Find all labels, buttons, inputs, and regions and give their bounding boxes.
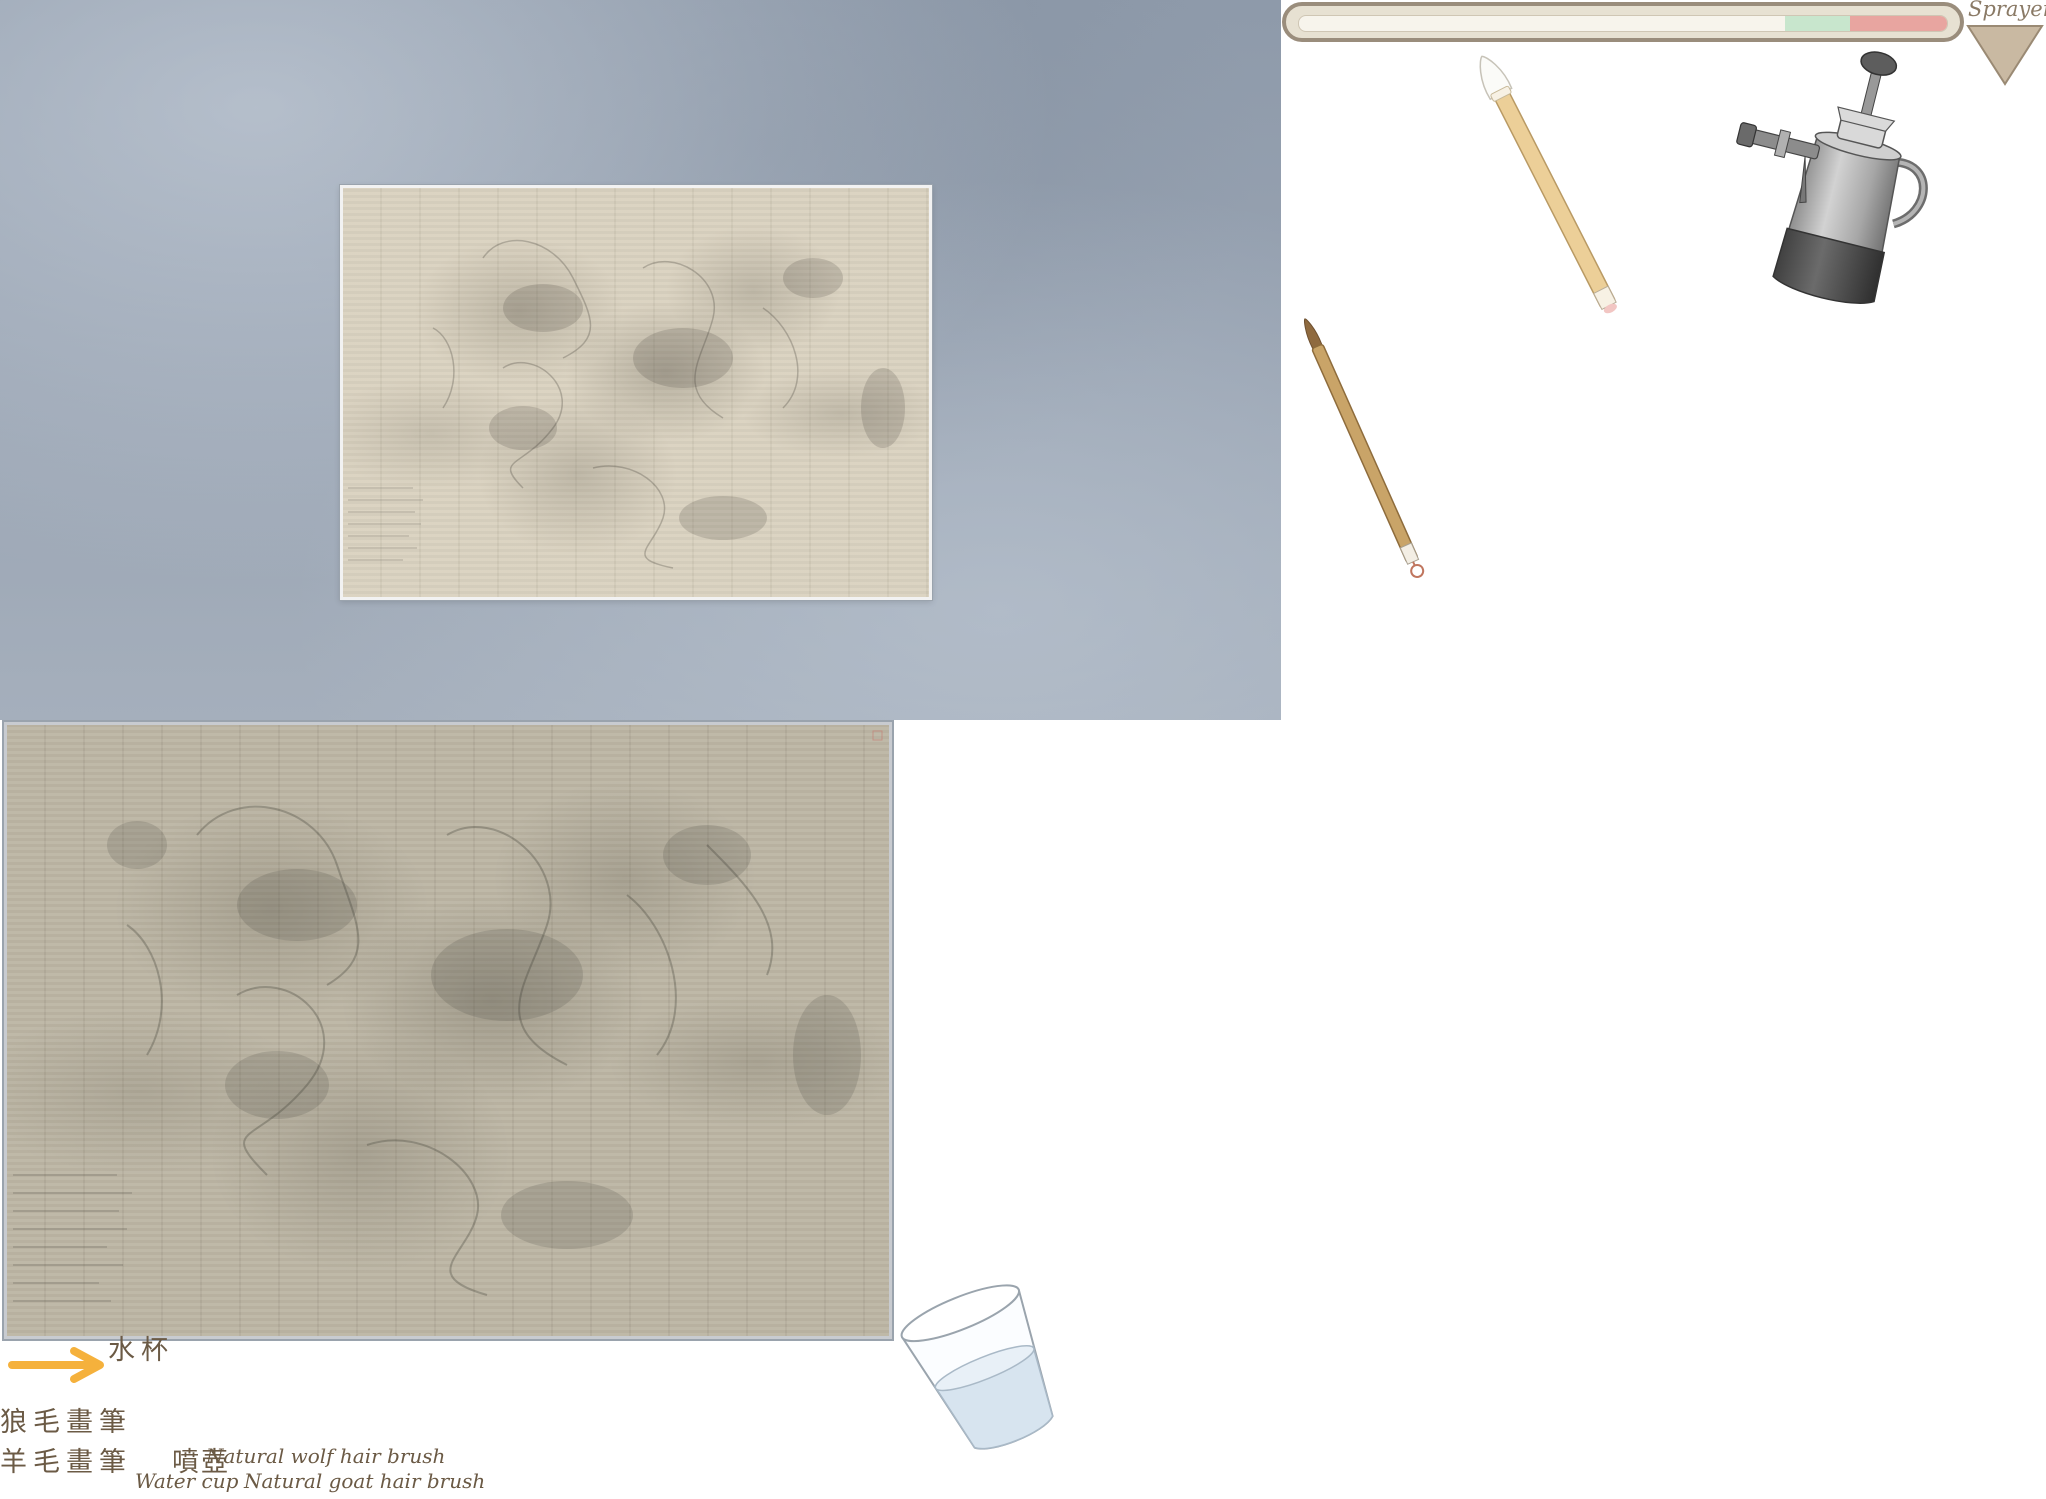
paper-texture — [348, 239, 905, 569]
goat-hair-brush-icon — [1479, 55, 1617, 314]
meter-red-zone — [1849, 16, 1947, 31]
pressure-meter-bar — [1298, 15, 1948, 32]
sprayer-icon — [1736, 51, 1928, 304]
tool-selector-dropdown[interactable]: Sprayer — [1966, 0, 2046, 90]
game-stage: Sprayer 水杯 狼毛畫筆 羊毛畫筆 噴壺 Natural wolf hai… — [0, 0, 2046, 1499]
water-cup-tool[interactable] — [880, 1270, 1080, 1470]
meter-green-zone — [1785, 16, 1850, 31]
small-paper-sheet[interactable] — [340, 185, 932, 600]
goat-hair-brush-label-en: Natural goat hair brush — [244, 1469, 486, 1493]
goat-hair-brush-tool[interactable] — [1450, 40, 1650, 350]
workspace-table — [0, 0, 1281, 720]
wolf-hair-brush-label-cn: 狼毛畫筆 — [0, 1407, 132, 1438]
water-cup-icon — [900, 1284, 1054, 1450]
triangle-down-icon[interactable] — [1966, 24, 2044, 86]
arrow-right-icon — [8, 1347, 104, 1383]
water-cup-label-cn: 水杯 — [108, 1335, 174, 1366]
wolf-hair-brush-tool[interactable] — [1270, 305, 1470, 625]
selected-tool-label: Sprayer — [1968, 0, 2046, 21]
wolf-hair-brush-label-en: Natural wolf hair brush — [206, 1444, 446, 1468]
goat-hair-brush-label-cn: 羊毛畫筆 — [0, 1447, 132, 1478]
sprayer-tool[interactable] — [1710, 40, 1950, 320]
water-cup-label-en: Water cup — [135, 1469, 239, 1493]
wolf-hair-brush-icon — [1304, 318, 1425, 578]
paper-texture — [13, 730, 883, 1302]
large-paper-sheet[interactable] — [4, 722, 892, 1339]
pressure-meter — [1282, 2, 1964, 42]
